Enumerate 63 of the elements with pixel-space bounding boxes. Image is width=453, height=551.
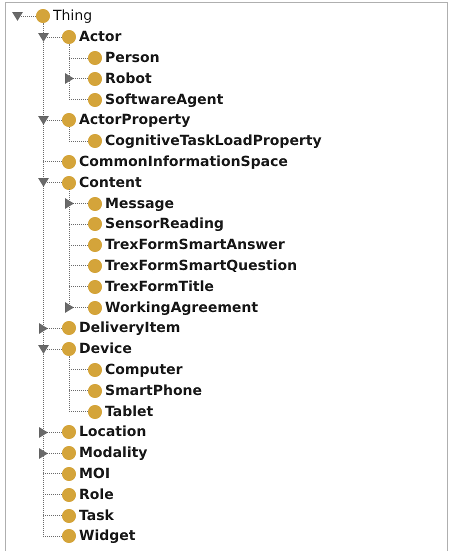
collapse-toggle-icon[interactable] bbox=[38, 32, 49, 43]
class-label[interactable]: ActorProperty bbox=[79, 112, 190, 128]
class-label[interactable]: DeliveryItem bbox=[79, 320, 180, 336]
class-icon bbox=[88, 72, 102, 86]
class-label[interactable]: Thing bbox=[53, 8, 92, 24]
expand-toggle-icon[interactable] bbox=[64, 73, 75, 84]
class-icon bbox=[88, 404, 102, 419]
class-icon bbox=[88, 238, 102, 252]
class-icon bbox=[88, 258, 102, 273]
class-label[interactable]: Modality bbox=[79, 445, 148, 462]
class-label[interactable]: TrexFormSmartAnswer bbox=[105, 237, 285, 254]
class-icon bbox=[88, 300, 102, 315]
class-icon bbox=[62, 446, 76, 460]
expand-toggle-icon[interactable] bbox=[38, 322, 49, 334]
collapse-toggle-icon[interactable] bbox=[38, 177, 49, 188]
class-label[interactable]: CommonInformationSpace bbox=[79, 154, 288, 170]
class-label[interactable]: SoftwareAgent bbox=[105, 92, 224, 108]
class-icon bbox=[62, 466, 76, 481]
class-label[interactable]: CognitiveTaskLoadProperty bbox=[105, 133, 322, 150]
class-label[interactable]: Content bbox=[79, 174, 142, 191]
collapse-toggle-icon[interactable] bbox=[12, 10, 23, 22]
class-icon bbox=[62, 508, 76, 523]
collapse-toggle-icon[interactable] bbox=[38, 114, 49, 126]
class-label[interactable]: Person bbox=[105, 50, 160, 66]
class-label[interactable]: SensorReading bbox=[105, 216, 224, 232]
expand-toggle-icon[interactable] bbox=[64, 198, 75, 210]
class-icon bbox=[62, 342, 76, 356]
class-label[interactable]: SmartPhone bbox=[105, 382, 202, 399]
class-label[interactable]: Role bbox=[79, 486, 114, 503]
class-label[interactable]: Actor bbox=[79, 29, 122, 46]
expand-toggle-icon[interactable] bbox=[38, 426, 49, 438]
class-icon bbox=[62, 154, 76, 169]
class-icon bbox=[88, 50, 102, 65]
class-icon bbox=[62, 529, 76, 544]
class-label[interactable]: MOI bbox=[79, 466, 110, 482]
class-icon bbox=[62, 113, 76, 128]
expand-toggle-icon[interactable] bbox=[38, 448, 49, 459]
class-icon bbox=[88, 196, 102, 211]
class-label[interactable]: Computer bbox=[105, 362, 183, 378]
class-label[interactable]: Widget bbox=[79, 528, 136, 544]
class-icon bbox=[62, 321, 76, 336]
class-label[interactable]: TrexFormSmartQuestion bbox=[105, 258, 298, 274]
class-icon bbox=[62, 488, 76, 502]
class-label[interactable]: Message bbox=[105, 196, 174, 212]
class-icon bbox=[62, 425, 76, 440]
class-label[interactable]: Device bbox=[79, 341, 132, 358]
expand-toggle-icon[interactable] bbox=[64, 302, 75, 314]
class-icon bbox=[88, 217, 102, 232]
class-label[interactable]: Task bbox=[79, 508, 114, 524]
class-label[interactable]: TrexFormTitle bbox=[105, 278, 214, 295]
class-icon bbox=[62, 176, 76, 190]
class-label[interactable]: Tablet bbox=[105, 404, 154, 420]
class-icon bbox=[88, 362, 102, 377]
class-label[interactable]: Location bbox=[79, 424, 146, 440]
class-icon bbox=[88, 92, 102, 107]
class-icon bbox=[88, 134, 102, 148]
class-label[interactable]: WorkingAgreement bbox=[105, 300, 258, 316]
class-icon bbox=[62, 30, 76, 44]
class-icon bbox=[88, 384, 102, 398]
collapse-toggle-icon[interactable] bbox=[38, 344, 49, 355]
class-icon bbox=[88, 280, 102, 294]
class-label[interactable]: Robot bbox=[105, 70, 152, 87]
class-icon bbox=[36, 9, 50, 24]
